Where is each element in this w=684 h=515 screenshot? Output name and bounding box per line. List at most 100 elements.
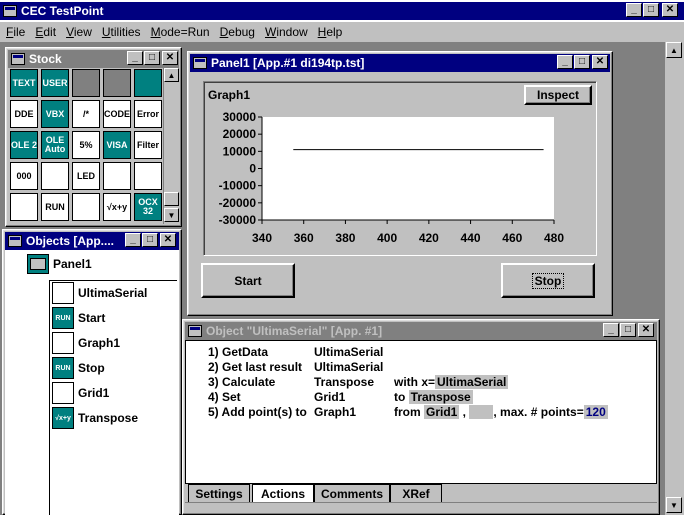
stock-scroll-thumb[interactable] bbox=[164, 192, 179, 206]
tree-item-transpose[interactable]: √x+y Transpose bbox=[52, 407, 138, 429]
action-step: 1) GetData bbox=[208, 345, 269, 359]
object-hscroll[interactable] bbox=[185, 502, 657, 512]
panel1-window-icon[interactable] bbox=[193, 57, 207, 69]
objects-minimize-button[interactable]: _ bbox=[125, 233, 141, 247]
param-hl[interactable]: UltimaSerial bbox=[435, 375, 509, 389]
run-icon: RUN bbox=[52, 357, 74, 379]
stock-icon-22[interactable]: RUN bbox=[41, 193, 69, 221]
stock-scroll-up[interactable]: ▲ bbox=[164, 68, 179, 82]
tree-label-panel1: Panel1 bbox=[53, 257, 92, 271]
stock-icon-11[interactable]: OLE 2 bbox=[10, 131, 38, 159]
menu-file[interactable]: File bbox=[6, 25, 25, 39]
menu-moderun[interactable]: Mode=Run bbox=[151, 25, 210, 39]
y-tick-label: -10000 bbox=[219, 179, 257, 193]
objects-close-button[interactable]: ✕ bbox=[160, 233, 176, 247]
stock-icon-7[interactable]: VBX bbox=[41, 100, 69, 128]
start-button[interactable]: Start bbox=[201, 263, 295, 298]
panel-icon bbox=[27, 254, 49, 274]
param-hl2[interactable]: 120 bbox=[583, 405, 608, 419]
tree-item-ultimaserial[interactable]: UltimaSerial bbox=[52, 282, 147, 304]
param-hl[interactable] bbox=[469, 405, 494, 419]
stock-window-icon[interactable] bbox=[11, 53, 25, 65]
scroll-down-arrow[interactable]: ▼ bbox=[666, 497, 682, 513]
stock-close-button[interactable]: ✕ bbox=[162, 51, 178, 65]
stock-icon-13[interactable]: 5% bbox=[72, 131, 100, 159]
stock-icon-23[interactable] bbox=[72, 193, 100, 221]
menu-window[interactable]: Window bbox=[265, 25, 308, 39]
stock-icon-14[interactable]: VISA bbox=[103, 131, 131, 159]
stock-scrollbar[interactable]: ▲ ▼ bbox=[163, 68, 179, 224]
stock-icon-15[interactable]: Filter bbox=[134, 131, 162, 159]
panel1-maximize-button[interactable]: □ bbox=[574, 55, 590, 69]
tree-label: Grid1 bbox=[78, 386, 110, 400]
objects-window-icon[interactable] bbox=[8, 235, 22, 247]
minimize-button[interactable]: _ bbox=[626, 3, 642, 17]
stock-icon-20[interactable] bbox=[134, 162, 162, 190]
stock-icon-12[interactable]: OLE Auto bbox=[41, 131, 69, 159]
graph-icon bbox=[52, 332, 74, 354]
menu-utilities[interactable]: Utilities bbox=[102, 25, 141, 39]
stock-icon-25[interactable]: OCX 32 bbox=[134, 193, 162, 221]
tab-comments[interactable]: Comments bbox=[314, 484, 390, 502]
panel1-minimize-button[interactable]: _ bbox=[557, 55, 573, 69]
stock-minimize-button[interactable]: _ bbox=[127, 51, 143, 65]
stock-icon-9[interactable]: CODE bbox=[103, 100, 131, 128]
tree-item-panel1[interactable]: Panel1 bbox=[27, 253, 92, 275]
menu-help[interactable]: Help bbox=[318, 25, 343, 39]
action-step: 4) Set bbox=[208, 390, 241, 404]
tree-item-graph1[interactable]: Graph1 bbox=[52, 332, 120, 354]
main-scrollbar[interactable]: ▲ ▼ bbox=[665, 42, 684, 515]
object-window-icon[interactable] bbox=[188, 325, 202, 337]
stock-icon-6[interactable]: DDE bbox=[10, 100, 38, 128]
stock-icon-17[interactable] bbox=[41, 162, 69, 190]
stock-titlebar: Stock _ □ ✕ bbox=[8, 50, 179, 68]
inspect-button[interactable]: Inspect bbox=[524, 85, 592, 105]
action-target: Transpose bbox=[314, 375, 375, 389]
menu-edit[interactable]: Edit bbox=[35, 25, 56, 39]
object-title: Object "UltimaSerial" [App. #1] bbox=[206, 324, 383, 338]
tree-item-start[interactable]: RUN Start bbox=[52, 307, 105, 329]
stop-button[interactable]: Stop bbox=[501, 263, 595, 298]
tab-settings[interactable]: Settings bbox=[188, 484, 250, 502]
stock-icon-16[interactable]: 000 bbox=[10, 162, 38, 190]
menu-debug[interactable]: Debug bbox=[220, 25, 255, 39]
stock-icon-10[interactable]: Error bbox=[134, 100, 162, 128]
tab-actions[interactable]: Actions bbox=[252, 484, 314, 502]
param-hl[interactable]: Grid1 bbox=[424, 405, 460, 419]
tab-xref[interactable]: XRef bbox=[390, 484, 442, 502]
stock-icon-5[interactable] bbox=[134, 69, 162, 97]
scroll-up-arrow[interactable]: ▲ bbox=[666, 42, 682, 58]
stock-maximize-button[interactable]: □ bbox=[144, 51, 160, 65]
object-close-button[interactable]: ✕ bbox=[638, 323, 654, 337]
object-maximize-button[interactable]: □ bbox=[620, 323, 636, 337]
param-hl[interactable]: Transpose bbox=[408, 390, 473, 404]
y-tick-label: 0 bbox=[249, 162, 256, 176]
stock-icon-1[interactable]: TEXT bbox=[10, 69, 38, 97]
stock-icon-21[interactable] bbox=[10, 193, 38, 221]
stock-icon-24[interactable]: √x+y bbox=[103, 193, 131, 221]
grid-icon bbox=[52, 382, 74, 404]
stock-scroll-down[interactable]: ▼ bbox=[164, 208, 179, 222]
stock-icon-18[interactable]: LED bbox=[72, 162, 100, 190]
param-plain: with x= bbox=[394, 375, 436, 389]
action-target: UltimaSerial bbox=[314, 360, 384, 374]
maximize-button[interactable]: □ bbox=[643, 3, 659, 17]
stock-icon-19[interactable] bbox=[103, 162, 131, 190]
tree-item-stop[interactable]: RUN Stop bbox=[52, 357, 105, 379]
x-tick-label: 400 bbox=[377, 231, 397, 245]
stock-icon-2[interactable]: USER bbox=[41, 69, 69, 97]
x-tick-label: 480 bbox=[544, 231, 564, 245]
tree-item-grid1[interactable]: Grid1 bbox=[52, 382, 109, 404]
stock-icon-4[interactable] bbox=[103, 69, 131, 97]
stock-icon-3[interactable] bbox=[72, 69, 100, 97]
param-plain: , max. # points= bbox=[493, 405, 584, 419]
object-minimize-button[interactable]: _ bbox=[603, 323, 619, 337]
panel1-close-button[interactable]: ✕ bbox=[592, 55, 608, 69]
objects-maximize-button[interactable]: □ bbox=[142, 233, 158, 247]
action-params: from Grid1 , , max. # points= 120 bbox=[394, 405, 608, 419]
stock-icon-8[interactable]: /* bbox=[72, 100, 100, 128]
close-button[interactable]: ✕ bbox=[662, 3, 678, 17]
app-icon[interactable] bbox=[3, 5, 17, 17]
menu-view[interactable]: View bbox=[66, 25, 92, 39]
x-tick-label: 360 bbox=[294, 231, 314, 245]
